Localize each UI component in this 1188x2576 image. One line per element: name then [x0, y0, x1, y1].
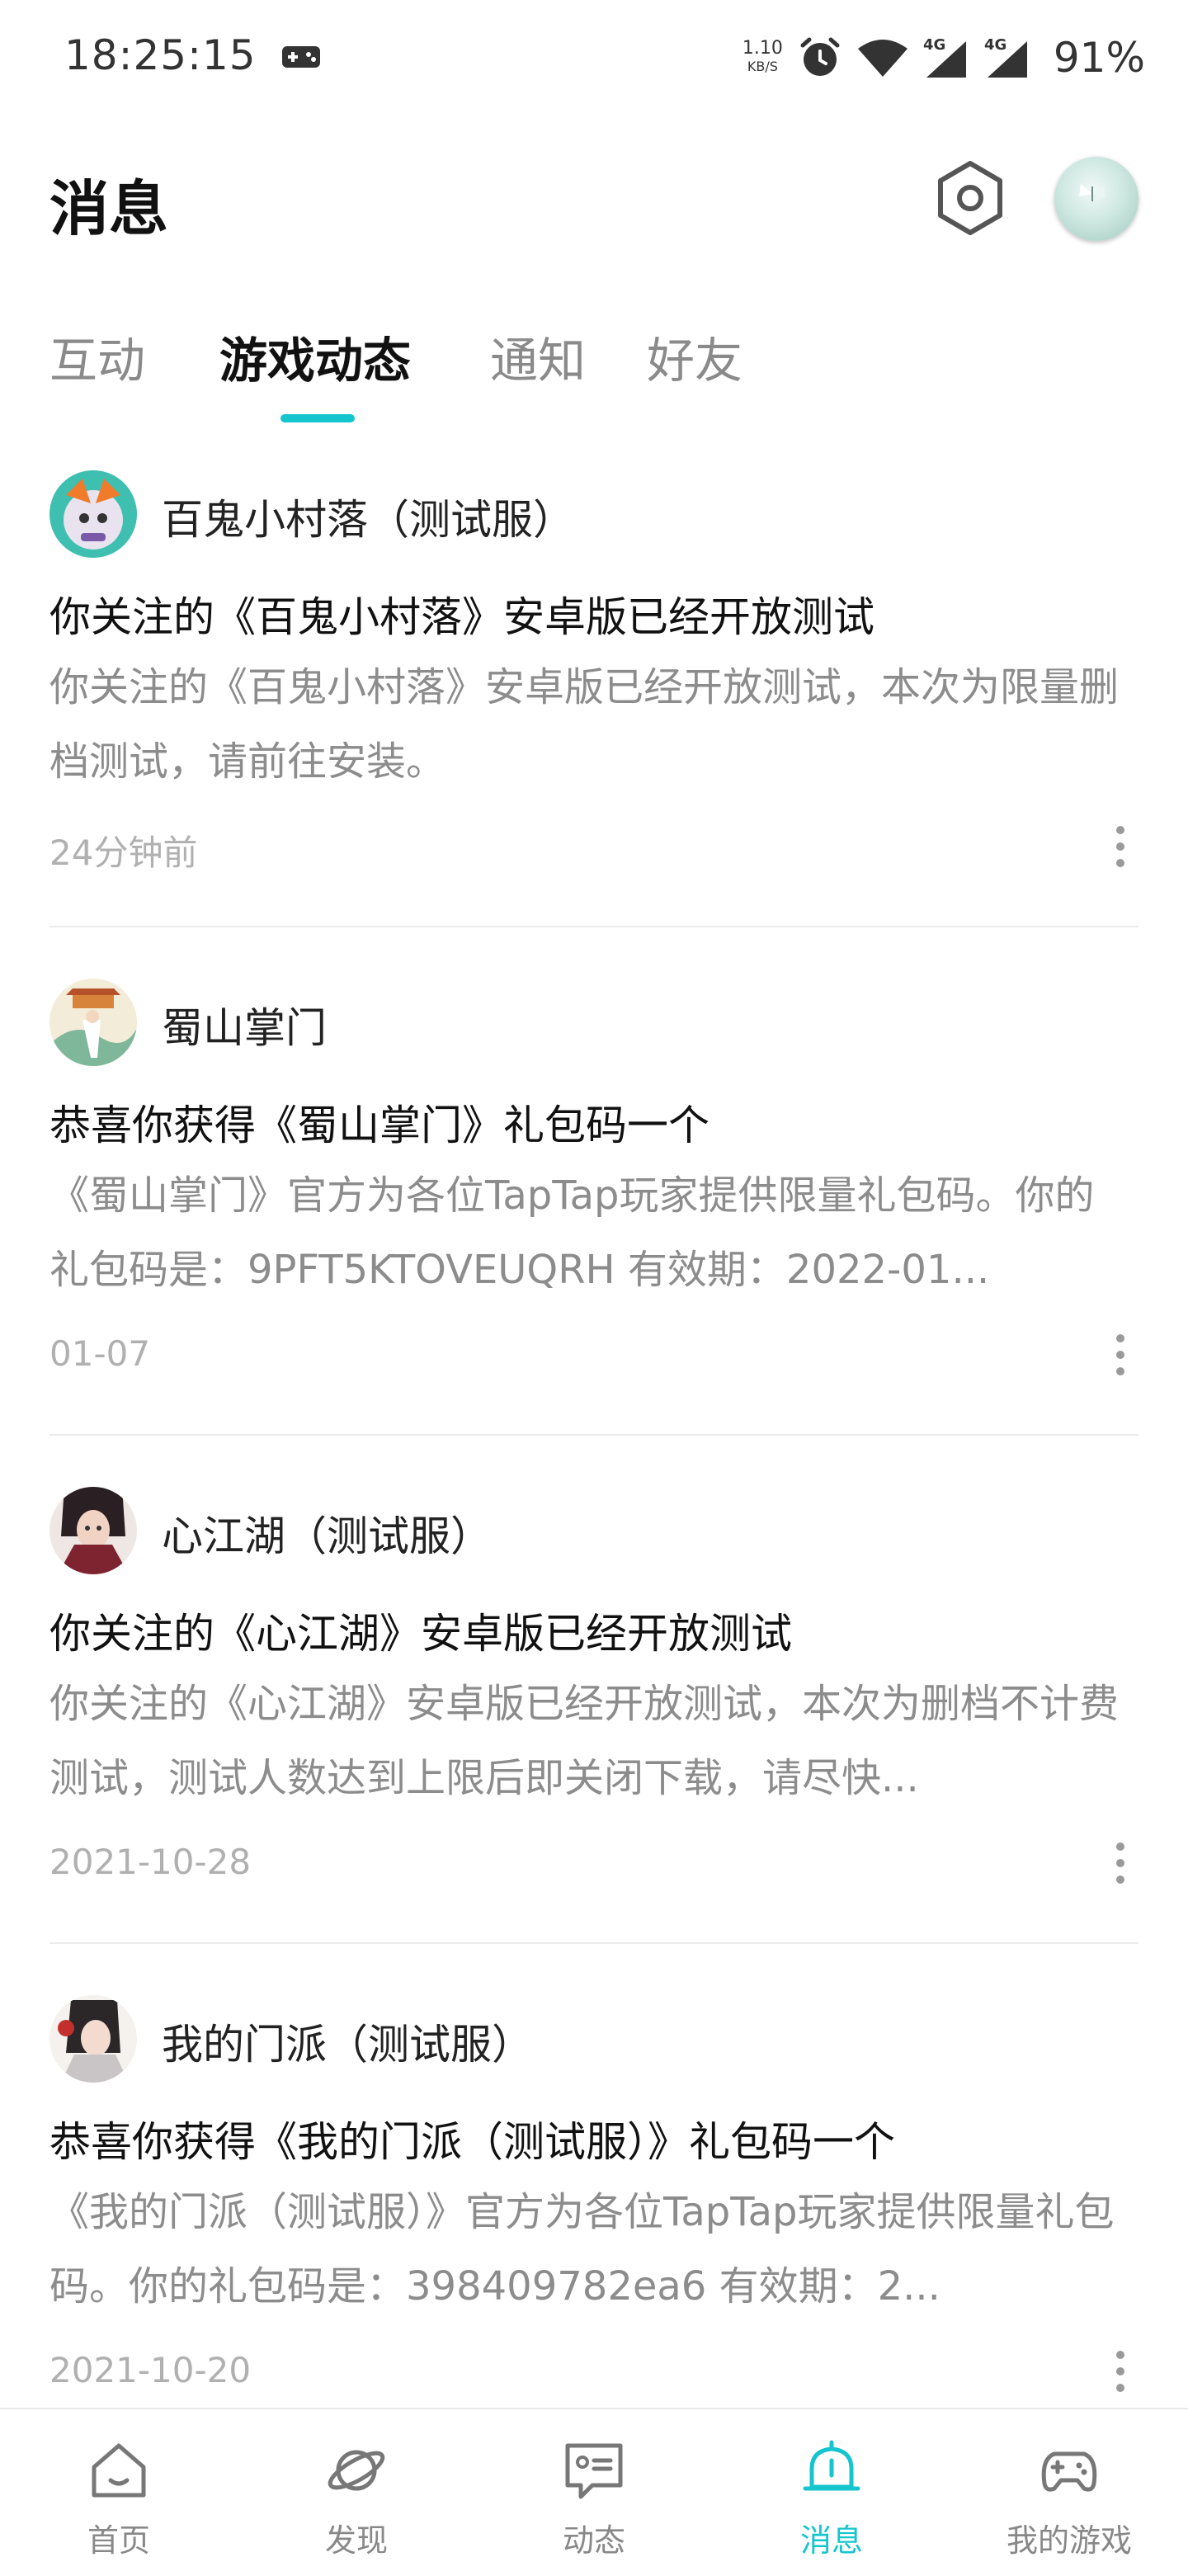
update-body: 你关注的《心江湖》安卓版已经开放测试，本次为删档不计费测试，测试人数达到上限后即… [50, 1681, 1120, 1801]
more-options-icon[interactable] [1106, 1330, 1135, 1380]
chat-icon [565, 2443, 623, 2499]
update-body: 《我的门派（测试服）》官方为各位TapTap玩家提供限量礼包码。你的礼包码是：3… [50, 2189, 1115, 2309]
battery-level: 91% [1053, 34, 1145, 82]
game-name[interactable]: 我的门派（测试服） [162, 2012, 533, 2071]
nav-label: 动态 [562, 2522, 625, 2559]
divider [50, 1434, 1138, 1436]
game-avatar[interactable] [50, 470, 137, 558]
page-title: 消息 [50, 174, 169, 243]
nav-label: 我的游戏 [1006, 2522, 1132, 2559]
game-avatar-art [50, 470, 137, 558]
update-title: 你关注的《百鬼小村落》安卓版已经开放测试 [50, 593, 874, 641]
gamepad-icon [1041, 2451, 1097, 2492]
settings-icon[interactable] [931, 158, 1010, 238]
page-header: 消息 [0, 140, 1188, 264]
butterfly-icon [1079, 184, 1106, 201]
svg-text:4G: 4G [923, 36, 945, 54]
update-title: 恭喜你获得《我的门派（测试服）》礼包码一个 [50, 2118, 895, 2166]
user-avatar[interactable] [1054, 157, 1138, 241]
tab-interaction[interactable]: 互动 [50, 322, 145, 391]
divider [50, 926, 1138, 927]
nav-label: 消息 [799, 2522, 863, 2559]
nav-discover[interactable]: 发现 [238, 2409, 475, 2576]
update-title: 恭喜你获得《蜀山掌门》礼包码一个 [50, 1102, 710, 1149]
nav-messages[interactable]: 消息 [713, 2409, 950, 2576]
game-name[interactable]: 蜀山掌门 [162, 995, 327, 1054]
tab-notifications[interactable]: 通知 [490, 322, 586, 391]
signal-4g-icon: 4G [923, 36, 966, 78]
wifi-icon [857, 40, 908, 77]
nav-label: 首页 [87, 2522, 150, 2559]
game-avatar-art [50, 1487, 137, 1574]
timestamp: 2021-10-28 [50, 1842, 252, 1882]
status-bar: 18:25:15 1.10 KB/S 4G 4G 91% [0, 0, 1188, 116]
game-updates-feed: 百鬼小村落（测试服） 你关注的《百鬼小村落》安卓版已经开放测试 你关注的《百鬼小… [0, 462, 1188, 2495]
game-avatar-art [50, 979, 137, 1066]
game-avatar[interactable] [50, 979, 137, 1066]
gamepad-icon [282, 46, 320, 68]
nav-label: 发现 [324, 2522, 388, 2559]
alarm-icon [800, 37, 840, 76]
more-options-icon[interactable] [1106, 822, 1135, 871]
tab-friends[interactable]: 好友 [647, 322, 742, 391]
home-icon [92, 2443, 146, 2498]
status-icons: 1.10 KB/S 4G 4G 91% [742, 25, 1145, 91]
update-body: 你关注的《百鬼小村落》安卓版已经开放测试，本次为限量删档测试，请前往安装。 [50, 664, 1120, 785]
game-avatar-art [50, 1995, 137, 2083]
more-options-icon[interactable] [1106, 1838, 1135, 1888]
nav-feed[interactable]: 动态 [475, 2409, 713, 2576]
feed-item[interactable]: 心江湖（测试服） 你关注的《心江湖》安卓版已经开放测试 你关注的《心江湖》安卓版… [0, 1479, 1188, 1987]
more-options-icon[interactable] [1106, 2347, 1135, 2396]
net-speed: 1.10 KB/S [742, 38, 783, 75]
game-name[interactable]: 百鬼小村落（测试服） [162, 487, 574, 546]
bottom-navigation: 首页 发现 动态 消息 我的游戏 [0, 2408, 1188, 2576]
update-title: 你关注的《心江湖》安卓版已经开放测试 [50, 1610, 792, 1658]
svg-text:4G: 4G [984, 36, 1006, 54]
timestamp: 01-07 [50, 1333, 151, 1374]
feed-item[interactable]: 蜀山掌门 恭喜你获得《蜀山掌门》礼包码一个 《蜀山掌门》官方为各位TapTap玩… [0, 970, 1188, 1479]
status-time: 18:25:15 [64, 31, 257, 79]
nav-my-games[interactable]: 我的游戏 [950, 2409, 1188, 2576]
game-name[interactable]: 心江湖（测试服） [162, 1503, 492, 1563]
signal-4g-icon: 4G [984, 36, 1027, 78]
active-tab-indicator [280, 414, 355, 422]
nav-home[interactable]: 首页 [0, 2409, 238, 2576]
game-avatar[interactable] [50, 1487, 137, 1574]
timestamp: 2021-10-20 [50, 2350, 252, 2390]
timestamp: 24分钟前 [50, 833, 198, 873]
feed-item[interactable]: 百鬼小村落（测试服） 你关注的《百鬼小村落》安卓版已经开放测试 你关注的《百鬼小… [0, 462, 1188, 970]
divider [50, 1942, 1138, 1944]
update-body: 《蜀山掌门》官方为各位TapTap玩家提供限量礼包码。你的礼包码是：9PFT5K… [50, 1172, 1095, 1293]
bell-icon [803, 2440, 860, 2491]
tab-game-updates[interactable]: 游戏动态 [219, 322, 411, 391]
tab-bar: 互动 游戏动态 通知 好友 [0, 314, 1188, 429]
game-avatar[interactable] [50, 1995, 137, 2083]
planet-icon [328, 2450, 385, 2491]
